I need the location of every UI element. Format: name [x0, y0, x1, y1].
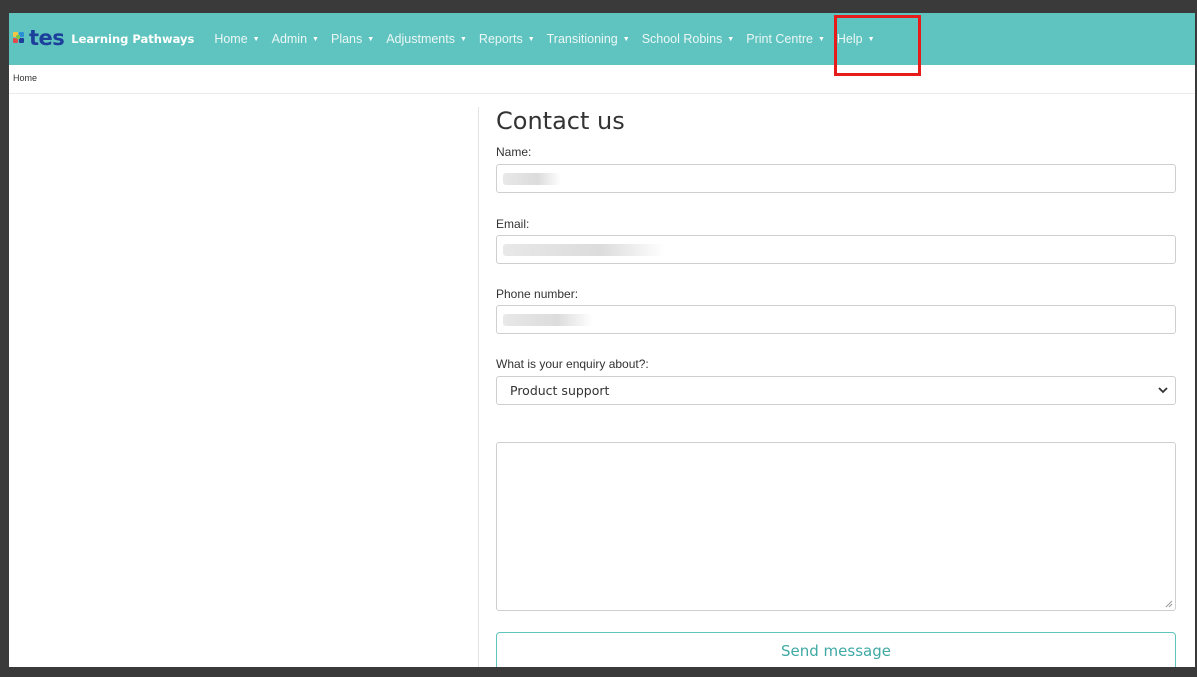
- caret-down-icon: ▼: [527, 35, 535, 43]
- app-name: Learning Pathways: [71, 32, 195, 46]
- caret-down-icon: ▼: [252, 35, 260, 43]
- menu-adjustments[interactable]: Adjustments ▼: [386, 32, 467, 46]
- redacted-value: [503, 314, 593, 326]
- caret-down-icon: ▼: [727, 35, 735, 43]
- email-field[interactable]: [496, 235, 1176, 264]
- breadcrumb-divider: [9, 93, 1195, 94]
- phone-field[interactable]: [496, 305, 1176, 334]
- redacted-value: [503, 173, 561, 185]
- top-navbar: tes Learning Pathways Home ▼ Admin ▼ Plans…: [9, 13, 1195, 65]
- enquiry-label: What is your enquiry about?:: [496, 357, 649, 371]
- page-title: Contact us: [496, 107, 625, 135]
- tes-logo-icon: [13, 32, 27, 46]
- message-textarea[interactable]: [496, 442, 1176, 611]
- menu-label: Plans: [330, 32, 363, 46]
- name-field[interactable]: [496, 164, 1176, 193]
- caret-down-icon: ▼: [367, 35, 375, 43]
- app-window: tes Learning Pathways Home ▼ Admin ▼ Plans…: [9, 13, 1195, 667]
- caret-down-icon: ▼: [459, 35, 467, 43]
- menu-label: Adjustments: [386, 32, 455, 46]
- caret-down-icon: ▼: [622, 35, 630, 43]
- menu-label: Reports: [478, 32, 523, 46]
- caret-down-icon: ▼: [867, 35, 875, 43]
- menu-label: School Robins: [641, 32, 723, 46]
- brand-logo[interactable]: tes Learning Pathways: [13, 13, 194, 65]
- menu-school-robins[interactable]: School Robins ▼: [642, 32, 735, 46]
- menu-label: Transitioning: [546, 32, 618, 46]
- enquiry-selected-value: Product support: [510, 383, 610, 398]
- main-menu: Home ▼ Admin ▼ Plans ▼ Adjustments ▼ Reports…: [214, 32, 886, 46]
- menu-reports[interactable]: Reports ▼: [479, 32, 535, 46]
- menu-home[interactable]: Home ▼: [214, 32, 259, 46]
- redacted-value: [503, 244, 665, 256]
- tes-logo-text: tes: [29, 25, 65, 50]
- chevron-down-icon: [1158, 387, 1168, 394]
- menu-label: Print Centre: [746, 32, 813, 46]
- menu-label: Help: [836, 32, 863, 46]
- caret-down-icon: ▼: [312, 35, 319, 43]
- menu-transitioning[interactable]: Transitioning ▼: [547, 32, 630, 46]
- column-divider: [478, 107, 479, 667]
- breadcrumb[interactable]: Home: [13, 73, 37, 83]
- menu-help[interactable]: Help ▼: [837, 32, 875, 46]
- menu-label: Admin: [271, 32, 308, 46]
- menu-plans[interactable]: Plans ▼: [331, 32, 374, 46]
- send-message-button[interactable]: Send message: [496, 632, 1176, 667]
- phone-label: Phone number:: [496, 287, 579, 301]
- menu-print-centre[interactable]: Print Centre ▼: [746, 32, 825, 46]
- enquiry-select[interactable]: Product support: [496, 376, 1176, 405]
- menu-admin[interactable]: Admin ▼: [272, 32, 319, 46]
- name-label: Name:: [496, 145, 532, 159]
- resize-handle-icon[interactable]: [1165, 600, 1173, 608]
- menu-label: Home: [214, 32, 248, 46]
- email-label: Email:: [496, 217, 530, 231]
- caret-down-icon: ▼: [817, 35, 825, 43]
